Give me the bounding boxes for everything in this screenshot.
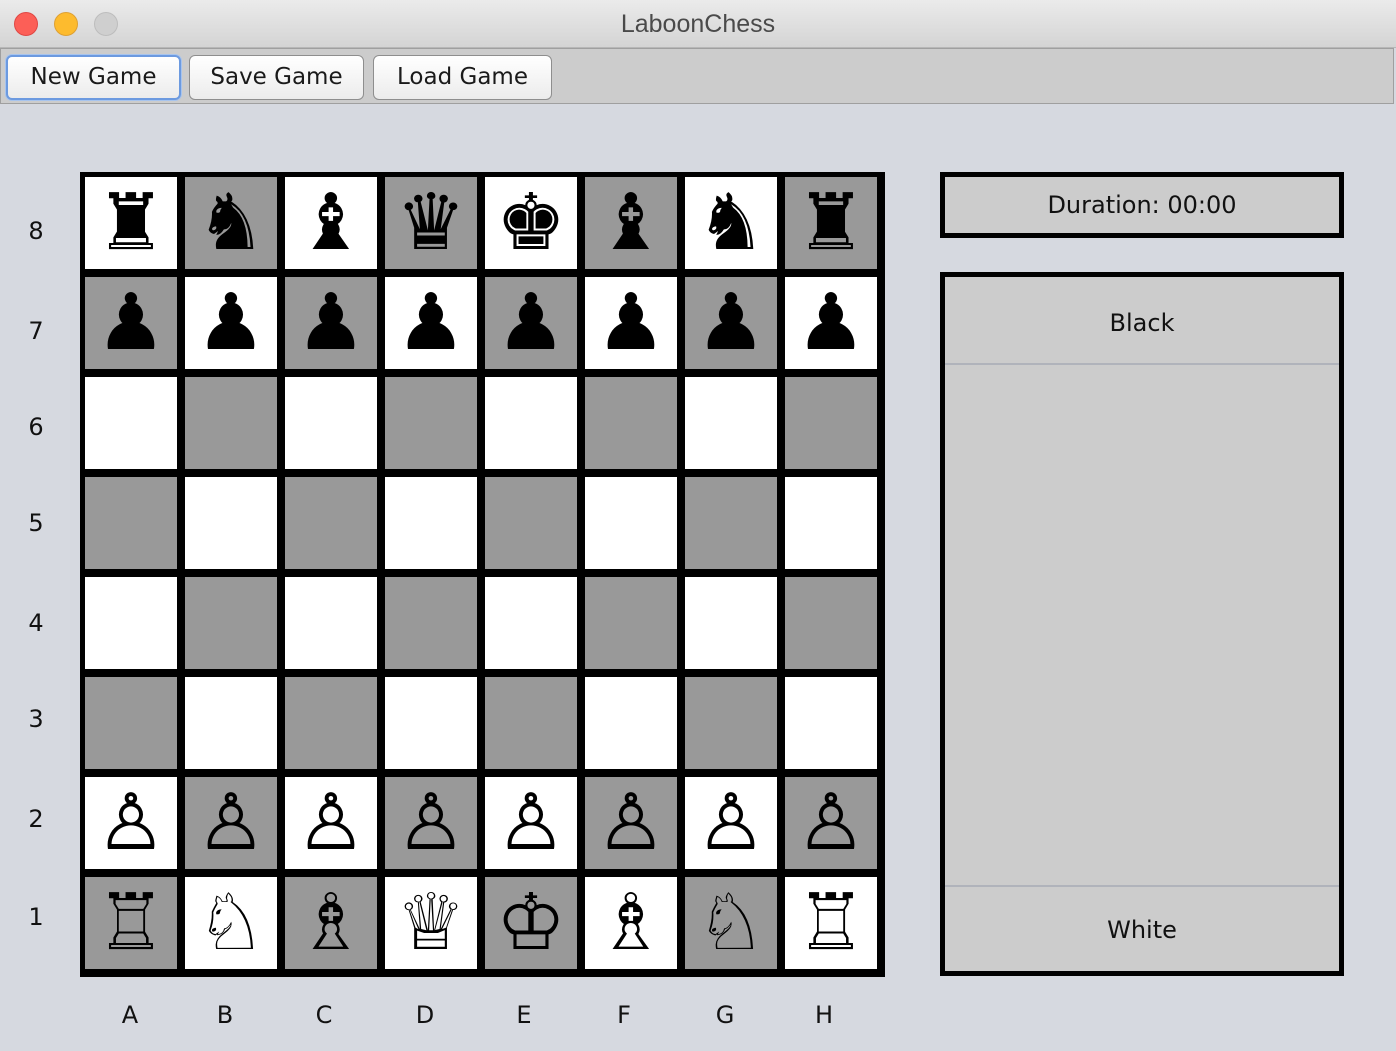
square-e3[interactable] <box>485 677 577 769</box>
square-a8[interactable]: ♜ <box>85 177 177 269</box>
square-g8[interactable]: ♞ <box>685 177 777 269</box>
square-g7[interactable]: ♟ <box>685 277 777 369</box>
square-h2[interactable]: ♙ <box>785 777 877 869</box>
rank-label: 5 <box>28 509 44 537</box>
rank-label: 2 <box>28 805 44 833</box>
square-a2[interactable]: ♙ <box>85 777 177 869</box>
square-a4[interactable] <box>85 577 177 669</box>
file-label: F <box>617 1001 631 1029</box>
square-e8[interactable]: ♚ <box>485 177 577 269</box>
square-d1[interactable]: ♕ <box>385 877 477 969</box>
square-e2[interactable]: ♙ <box>485 777 577 869</box>
square-f7[interactable]: ♟ <box>585 277 677 369</box>
square-a1[interactable]: ♖ <box>85 877 177 969</box>
square-f1[interactable]: ♗ <box>585 877 677 969</box>
square-e7[interactable]: ♟ <box>485 277 577 369</box>
square-a5[interactable] <box>85 477 177 569</box>
square-h5[interactable] <box>785 477 877 569</box>
square-b7[interactable]: ♟ <box>185 277 277 369</box>
square-h1[interactable]: ♖ <box>785 877 877 969</box>
rank-label: 1 <box>28 903 44 931</box>
file-label: A <box>121 1001 139 1029</box>
square-b2[interactable]: ♙ <box>185 777 277 869</box>
square-b4[interactable] <box>185 577 277 669</box>
square-c2[interactable]: ♙ <box>285 777 377 869</box>
square-e5[interactable] <box>485 477 577 569</box>
square-g4[interactable] <box>685 577 777 669</box>
white-player-label: White <box>945 885 1339 971</box>
square-c6[interactable] <box>285 377 377 469</box>
load-game-button[interactable]: Load Game <box>373 55 552 100</box>
square-h7[interactable]: ♟ <box>785 277 877 369</box>
chess-board: ♜ ♞ ♝ ♛ ♚ ♝ ♞ ♜ ♟ ♟ ♟ ♟ ♟ ♟ ♟ ♟ ♙ ♙ ♙ ♙ ♙ ♙ ♙ ♙ ♖ ♘ ♗ ♕ ♔ ♗ ♘ ♖ <box>80 172 885 977</box>
square-f8[interactable]: ♝ <box>585 177 677 269</box>
square-c7[interactable]: ♟ <box>285 277 377 369</box>
square-b5[interactable] <box>185 477 277 569</box>
file-label: C <box>315 1001 333 1029</box>
window-title: LaboonChess <box>620 10 776 38</box>
file-label: G <box>715 1001 735 1029</box>
square-c4[interactable] <box>285 577 377 669</box>
square-c3[interactable] <box>285 677 377 769</box>
square-h4[interactable] <box>785 577 877 669</box>
square-f3[interactable] <box>585 677 677 769</box>
square-f6[interactable] <box>585 377 677 469</box>
square-d8[interactable]: ♛ <box>385 177 477 269</box>
square-d5[interactable] <box>385 477 477 569</box>
save-game-button[interactable]: Save Game <box>189 55 364 100</box>
square-a6[interactable] <box>85 377 177 469</box>
square-b3[interactable] <box>185 677 277 769</box>
title-bar: LaboonChess <box>0 0 1396 48</box>
square-f4[interactable] <box>585 577 677 669</box>
square-h3[interactable] <box>785 677 877 769</box>
file-label: H <box>814 1001 834 1029</box>
square-a7[interactable]: ♟ <box>85 277 177 369</box>
square-e4[interactable] <box>485 577 577 669</box>
square-c8[interactable]: ♝ <box>285 177 377 269</box>
square-f5[interactable] <box>585 477 677 569</box>
rank-label: 6 <box>28 413 44 441</box>
rank-label: 3 <box>28 705 44 733</box>
square-a3[interactable] <box>85 677 177 769</box>
square-g2[interactable]: ♙ <box>685 777 777 869</box>
rank-label: 8 <box>28 217 44 245</box>
square-g1[interactable]: ♘ <box>685 877 777 969</box>
square-d2[interactable]: ♙ <box>385 777 477 869</box>
square-h6[interactable] <box>785 377 877 469</box>
square-d6[interactable] <box>385 377 477 469</box>
toolbar: New Game Save Game Load Game <box>0 48 1394 104</box>
rank-label: 7 <box>28 317 44 345</box>
file-label: D <box>415 1001 435 1029</box>
square-b6[interactable] <box>185 377 277 469</box>
square-d4[interactable] <box>385 577 477 669</box>
new-game-button[interactable]: New Game <box>6 55 181 100</box>
black-player-label: Black <box>945 277 1339 365</box>
square-c5[interactable] <box>285 477 377 569</box>
square-h8[interactable]: ♜ <box>785 177 877 269</box>
square-f2[interactable]: ♙ <box>585 777 677 869</box>
square-e1[interactable]: ♔ <box>485 877 577 969</box>
square-b1[interactable]: ♘ <box>185 877 277 969</box>
player-panel: Black White <box>940 272 1344 976</box>
square-g5[interactable] <box>685 477 777 569</box>
square-g6[interactable] <box>685 377 777 469</box>
square-d7[interactable]: ♟ <box>385 277 477 369</box>
square-b8[interactable]: ♞ <box>185 177 277 269</box>
square-c1[interactable]: ♗ <box>285 877 377 969</box>
file-label: E <box>516 1001 532 1029</box>
rank-label: 4 <box>28 609 44 637</box>
square-g3[interactable] <box>685 677 777 769</box>
file-label: B <box>216 1001 234 1029</box>
square-e6[interactable] <box>485 377 577 469</box>
duration-display: Duration: 00:00 <box>940 172 1344 238</box>
square-d3[interactable] <box>385 677 477 769</box>
